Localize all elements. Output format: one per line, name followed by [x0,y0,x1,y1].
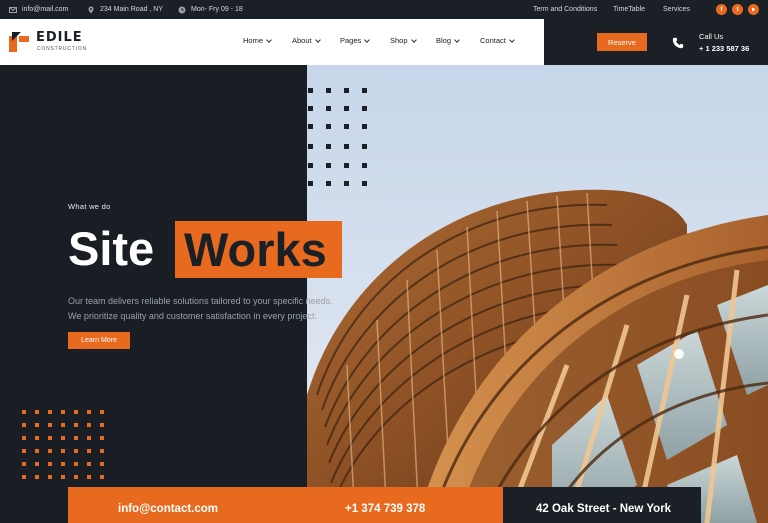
mail-icon [9,6,17,14]
dot-pattern-top [308,88,367,186]
topbar-link-terms-label: Term and Conditions [533,6,598,13]
logo-tagline: CONSTRUCTION [37,46,87,52]
header-nav-area: EDILE CONSTRUCTION Home About Pages Shop… [0,19,544,65]
hero-description-line-1: Our team delivers reliable solutions tai… [68,296,333,306]
learn-more-button[interactable]: Learn More [68,332,130,349]
hero-eyebrow: What we do [68,202,111,211]
chevron-down-icon [364,36,371,43]
top-bar: info@mail.com 234 Main Road , NY Mon- Fr… [0,0,768,19]
nav-item-shop-label: Shop [390,36,408,45]
chevron-down-icon [509,36,515,43]
nav-item-about-label: About [292,36,312,45]
hero-description: Our team delivers reliable solutions tai… [68,294,368,324]
hero-title-site: Site [68,222,155,275]
logo-name[interactable]: EDILE [36,30,83,45]
topbar-link-timetable[interactable]: TimeTable [613,0,645,19]
nav-item-contact[interactable]: Contact [480,36,515,45]
topbar-email[interactable]: info@mail.com [9,0,68,19]
topbar-link-services-label: Services [663,6,690,13]
hero-building-image [307,65,768,523]
topbar-address: 234 Main Road , NY [87,0,163,19]
call-us-label: Call Us [699,32,724,41]
nav-item-blog[interactable]: Blog [436,36,460,45]
hero-title-works: Works [175,221,342,278]
reserve-button[interactable]: Reserve [597,33,647,51]
contact-email[interactable]: info@contact.com [118,503,218,515]
twitter-icon[interactable]: t [732,4,743,15]
topbar-link-timetable-label: TimeTable [613,6,646,13]
call-us-number[interactable]: + 1 233 587 36 [699,44,749,53]
facebook-icon[interactable]: f [716,4,727,15]
page: info@mail.com 234 Main Road , NY Mon- Fr… [0,0,768,523]
nav-item-blog-label: Blog [436,36,452,45]
nav-item-home[interactable]: Home [243,36,272,45]
chevron-down-icon [266,36,272,43]
nav-item-pages-label: Pages [340,36,362,45]
hero-description-line-2: We prioritize quality and customer satis… [68,311,317,321]
chevron-down-icon [454,36,460,43]
contact-address: 42 Oak Street - New York [536,503,672,515]
topbar-hours: Mon- Fry 09 - 18 [178,0,243,19]
nav-item-contact-label: Contact [480,36,506,45]
clock-icon [178,6,186,14]
topbar-address-text: 234 Main Road , NY [100,6,164,13]
logo-icon[interactable] [9,32,29,52]
phone-icon [672,36,684,49]
location-pin-icon [87,6,95,14]
main-header: EDILE CONSTRUCTION Home About Pages Shop… [0,19,768,65]
nav-item-about[interactable]: About [292,36,321,45]
topbar-link-terms[interactable]: Term and Conditions [533,0,597,19]
nav-item-pages[interactable]: Pages [340,36,371,45]
contact-phone[interactable]: +1 374 739 378 [345,503,425,515]
chevron-down-icon [410,36,417,43]
topbar-hours-text: Mon- Fry 09 - 18 [191,6,243,13]
nav-item-home-label: Home [243,36,264,45]
chevron-down-icon [314,36,321,43]
nav-item-shop[interactable]: Shop [390,36,417,45]
topbar-email-text: info@mail.com [22,6,69,13]
header-cta-area [544,19,768,65]
youtube-icon[interactable] [748,4,759,15]
topbar-link-services[interactable]: Services [663,0,690,19]
dot-pattern-bottom [22,410,104,479]
